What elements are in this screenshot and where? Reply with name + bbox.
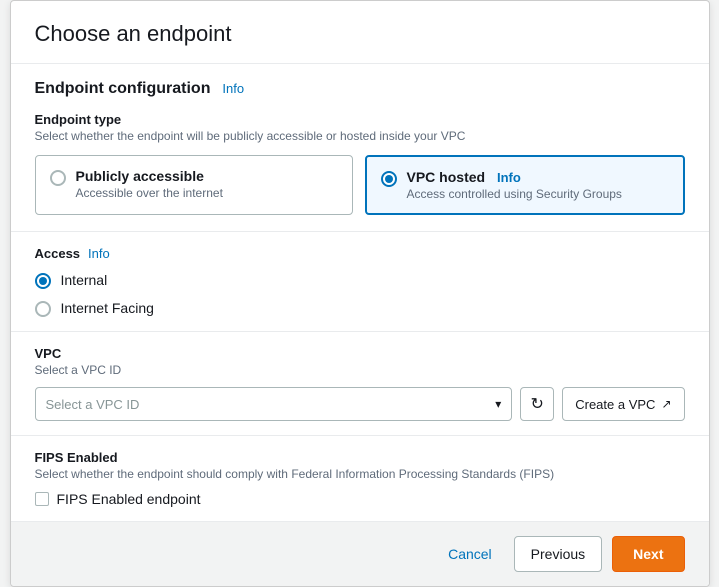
radio-vpc-hosted [381,171,397,187]
access-section: Access Info Internal Internet Facing [11,232,709,332]
refresh-button[interactable]: ↻ [520,387,554,421]
create-vpc-button[interactable]: Create a VPC ↗ [562,387,684,421]
cancel-button[interactable]: Cancel [436,538,504,570]
fips-subtitle: Select whether the endpoint should compl… [35,467,685,481]
endpoint-card-vpc-hosted[interactable]: VPC hosted Info Access controlled using … [365,155,685,215]
endpoint-type-cards: Publicly accessible Accessible over the … [35,155,685,215]
fips-checkbox[interactable] [35,492,49,506]
access-title: Access [35,246,81,261]
card-content-vpc: VPC hosted Info Access controlled using … [407,169,622,201]
previous-button[interactable]: Previous [514,536,602,572]
create-vpc-label: Create a VPC [575,397,655,412]
endpoint-config-title: Endpoint configuration [35,80,211,97]
choose-endpoint-dialog: Choose an endpoint Endpoint configuratio… [10,0,710,587]
fips-section: FIPS Enabled Select whether the endpoint… [11,436,709,521]
vpc-subtitle: Select a VPC ID [35,363,685,377]
vpc-select-dropdown[interactable]: Select a VPC ID ▾ [35,387,513,421]
access-options: Internal Internet Facing [35,271,685,317]
card-desc-vpc: Access controlled using Security Groups [407,187,622,201]
fips-checkbox-label: FIPS Enabled endpoint [57,491,201,507]
dialog-header: Choose an endpoint [11,1,709,64]
dialog-title: Choose an endpoint [35,21,685,47]
endpoint-config-section: Endpoint configuration Info Endpoint typ… [11,64,709,232]
card-title-public: Publicly accessible [76,168,223,184]
chevron-down-icon: ▾ [495,397,501,411]
endpoint-type-label: Endpoint type [35,112,685,127]
fips-checkbox-row[interactable]: FIPS Enabled endpoint [35,491,685,507]
vpc-hosted-info-link[interactable]: Info [497,170,521,185]
access-info-link[interactable]: Info [88,246,110,261]
endpoint-card-publicly-accessible[interactable]: Publicly accessible Accessible over the … [35,155,353,215]
radio-publicly-accessible [50,170,66,186]
vpc-section: VPC Select a VPC ID Select a VPC ID ▾ ↻ … [11,332,709,436]
endpoint-type-container: Endpoint type Select whether the endpoin… [35,112,685,215]
card-title-vpc: VPC hosted Info [407,169,622,185]
access-title-row: Access Info [35,246,685,261]
access-option-internet-facing[interactable]: Internet Facing [35,299,685,317]
fips-title: FIPS Enabled [35,450,685,465]
endpoint-type-desc: Select whether the endpoint will be publ… [35,129,685,143]
radio-internal [35,273,51,289]
access-label-internal: Internal [61,272,108,288]
access-option-internal[interactable]: Internal [35,271,685,289]
vpc-title: VPC [35,346,685,361]
refresh-icon: ↻ [531,394,544,414]
vpc-controls: Select a VPC ID ▾ ↻ Create a VPC ↗ [35,387,685,421]
endpoint-config-info-link[interactable]: Info [222,81,244,96]
dialog-body: Endpoint configuration Info Endpoint typ… [11,64,709,521]
vpc-select-placeholder: Select a VPC ID [46,397,140,412]
external-link-icon: ↗ [661,397,671,411]
access-label-internet-facing: Internet Facing [61,300,154,316]
next-button[interactable]: Next [612,536,684,572]
dialog-footer: Cancel Previous Next [11,521,709,586]
card-desc-public: Accessible over the internet [76,186,223,200]
card-content-public: Publicly accessible Accessible over the … [76,168,223,200]
radio-internet-facing [35,301,51,317]
section-title-row: Endpoint configuration Info [35,80,685,98]
